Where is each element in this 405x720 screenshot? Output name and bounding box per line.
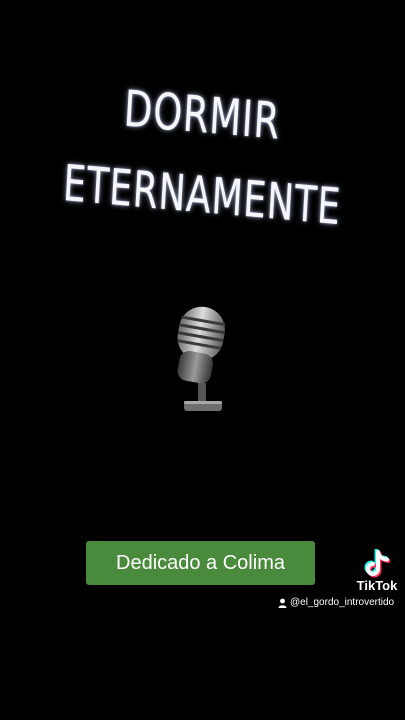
person-icon bbox=[278, 598, 287, 608]
title-line-2: ETERNAMENTE bbox=[61, 154, 343, 237]
caption-label: Dedicado a Colima bbox=[86, 541, 315, 585]
title-line-1: DORMIR bbox=[122, 79, 282, 151]
tiktok-logo-icon bbox=[364, 549, 390, 578]
creator-handle-text: @el_gordo_introvertido bbox=[290, 597, 395, 608]
microphone-icon bbox=[177, 306, 226, 411]
tiktok-brand: TikTok bbox=[356, 578, 398, 593]
creator-handle: @el_gordo_introvertido bbox=[278, 597, 394, 608]
